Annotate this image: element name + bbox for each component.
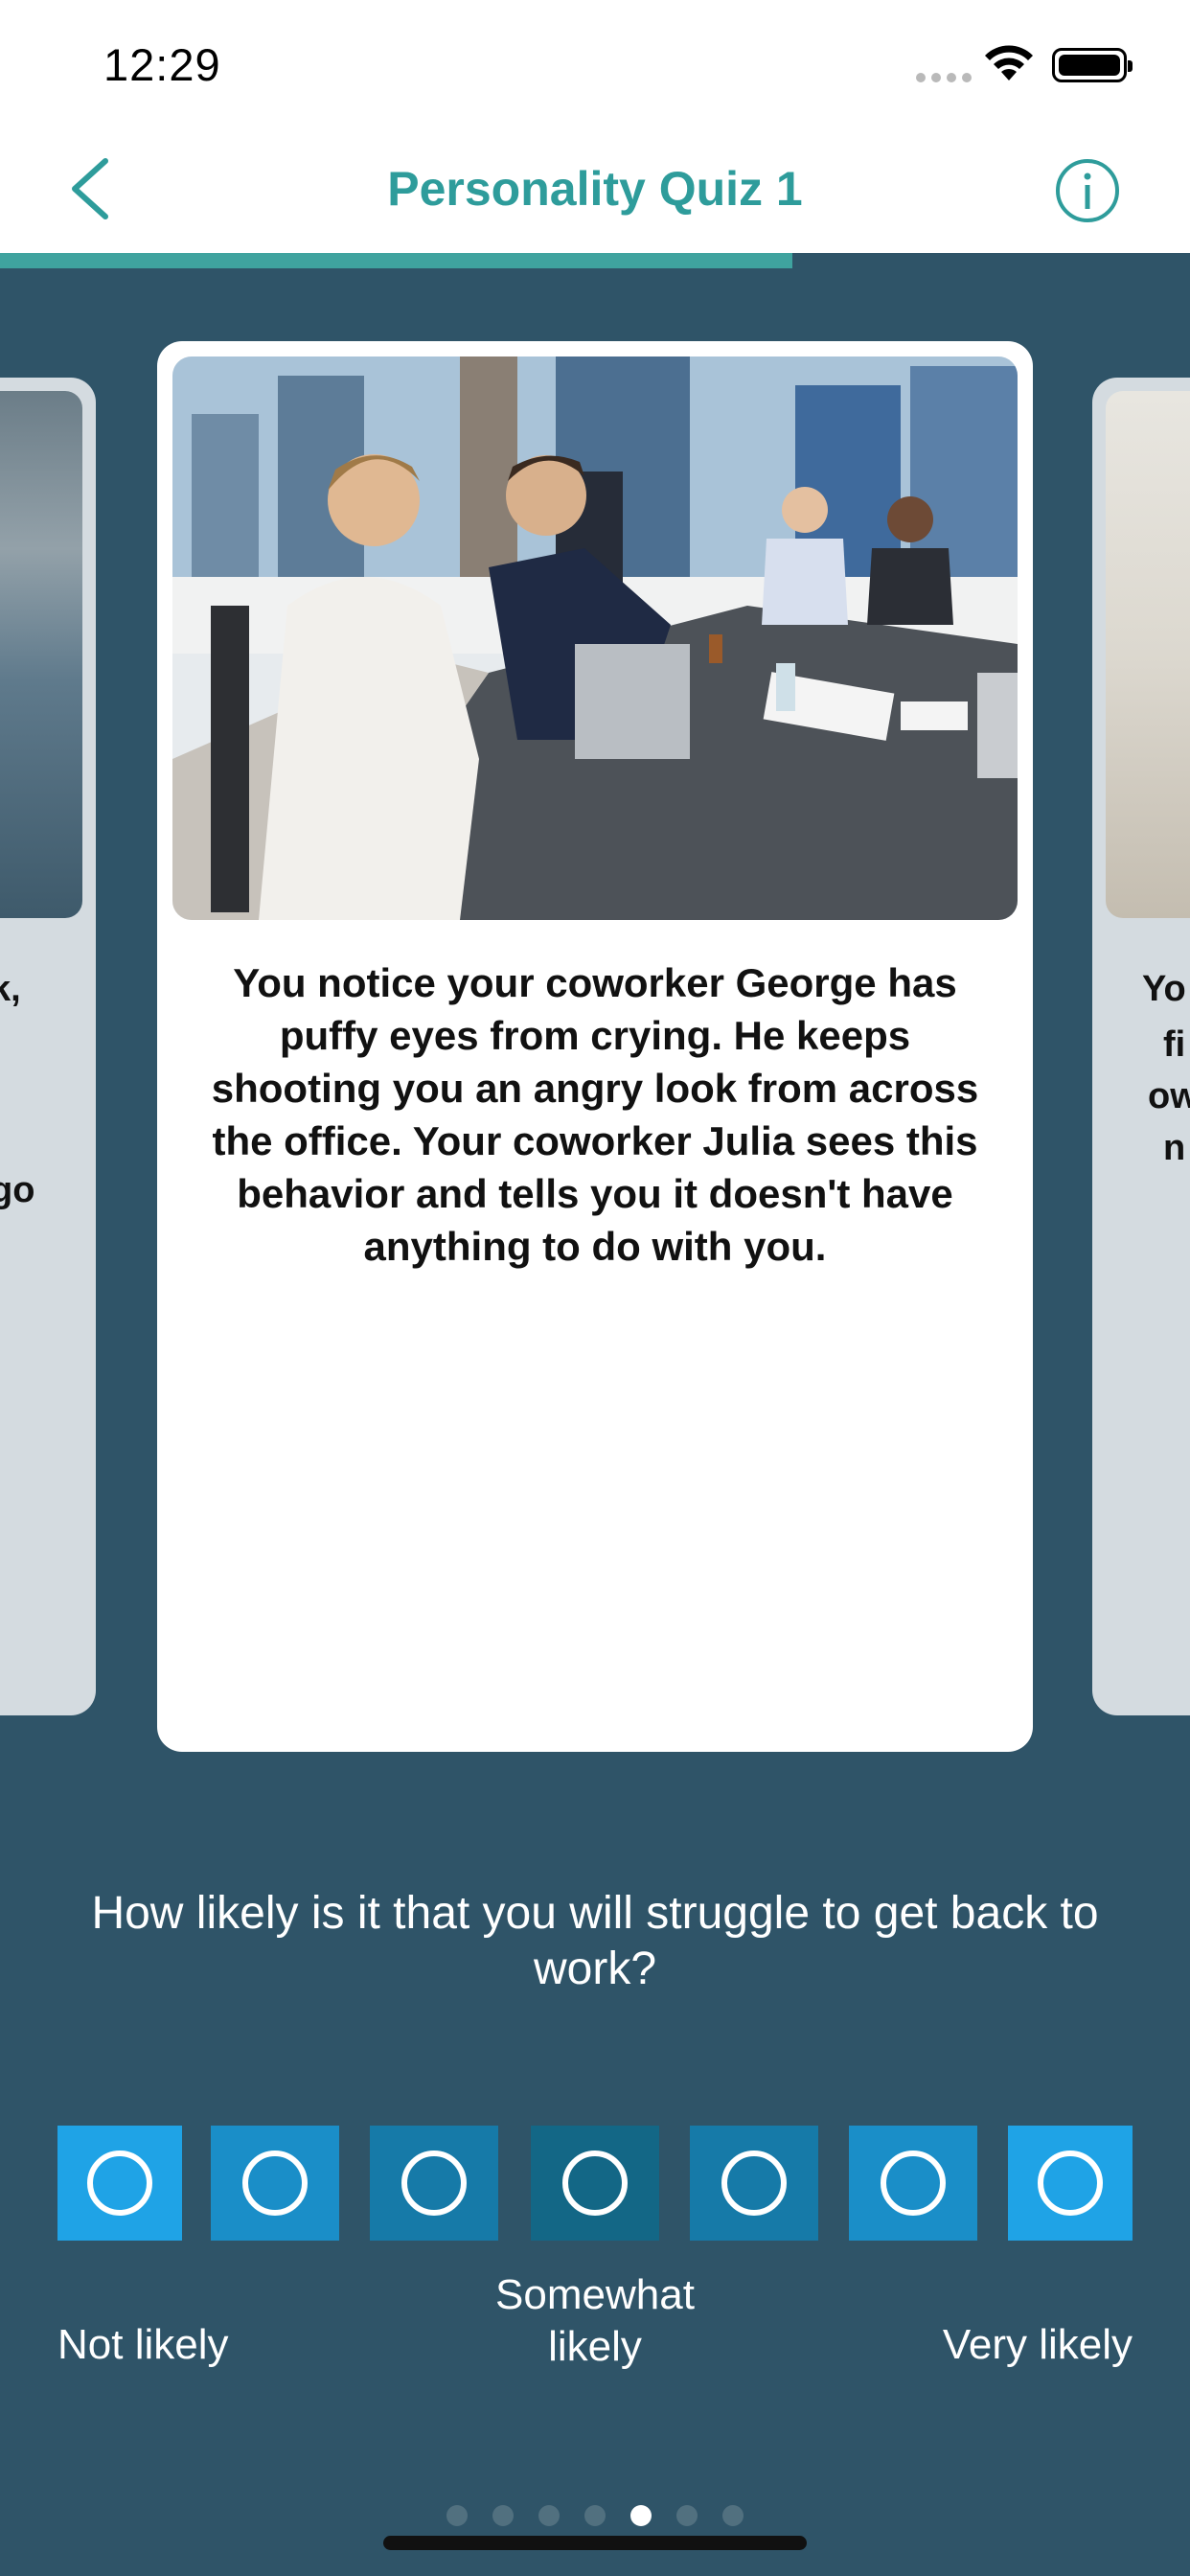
- scale-label-right: Very likely: [942, 2321, 1133, 2368]
- scale-option-6[interactable]: [849, 2126, 977, 2241]
- radio-circle-icon: [881, 2150, 946, 2216]
- next-question-card[interactable]: Yo fi ow n: [1092, 378, 1190, 1715]
- scale-option-2[interactable]: [211, 2126, 339, 2241]
- quiz-progress-bar: [0, 253, 1190, 268]
- scale-option-4[interactable]: [531, 2126, 659, 2241]
- previous-card-image: [0, 391, 82, 918]
- battery-icon: [1052, 48, 1133, 82]
- home-indicator[interactable]: [383, 2536, 807, 2550]
- cellular-signal-icon: [916, 73, 972, 82]
- top-bar: 12:29 Personality Quiz 1: [0, 0, 1190, 253]
- scale-label-middle: Somewhat likely: [495, 2271, 695, 2370]
- scale-option-3[interactable]: [370, 2126, 498, 2241]
- question-text: How likely is it that you will struggle …: [91, 1888, 1099, 1994]
- radio-circle-icon: [242, 2150, 308, 2216]
- radio-circle-icon: [562, 2150, 628, 2216]
- page-title: Personality Quiz 1: [387, 162, 803, 216]
- radio-circle-icon: [401, 2150, 467, 2216]
- page-dot: [722, 2505, 744, 2526]
- next-card-text-line: n: [1163, 1128, 1186, 1168]
- page-dot: [676, 2505, 698, 2526]
- next-card-text-line: Yo: [1142, 969, 1186, 1009]
- next-card-text-line: ow: [1148, 1076, 1190, 1116]
- next-card-text-line: fi: [1163, 1024, 1186, 1065]
- page-dot: [492, 2505, 514, 2526]
- scale-option-7[interactable]: [1008, 2126, 1133, 2241]
- status-time: 12:29: [103, 39, 221, 90]
- radio-circle-icon: [1038, 2150, 1103, 2216]
- quiz-progress-fill: [0, 253, 793, 268]
- page-dot: [630, 2505, 652, 2526]
- scale-label-left: Not likely: [57, 2321, 229, 2368]
- current-question-card: You notice your coworker George has puff…: [157, 341, 1033, 1752]
- radio-circle-icon: [87, 2150, 152, 2216]
- page-dot: [584, 2505, 606, 2526]
- page-dot: [538, 2505, 560, 2526]
- next-card-image: [1106, 391, 1190, 918]
- scenario-text: You notice your coworker George has puff…: [211, 960, 979, 1269]
- wifi-icon: [985, 45, 1033, 80]
- previous-card-text-line: k,: [0, 969, 21, 1009]
- scenario-photo: [172, 356, 1018, 920]
- likert-scale: [0, 2126, 1190, 2241]
- info-icon[interactable]: [1054, 157, 1121, 224]
- scale-option-5[interactable]: [690, 2126, 818, 2241]
- previous-question-card[interactable]: k, go: [0, 378, 96, 1715]
- scale-option-1[interactable]: [57, 2126, 182, 2241]
- radio-circle-icon: [721, 2150, 787, 2216]
- page-indicator[interactable]: [0, 2505, 1190, 2526]
- page-dot: [446, 2505, 468, 2526]
- previous-card-text-line: go: [0, 1170, 35, 1210]
